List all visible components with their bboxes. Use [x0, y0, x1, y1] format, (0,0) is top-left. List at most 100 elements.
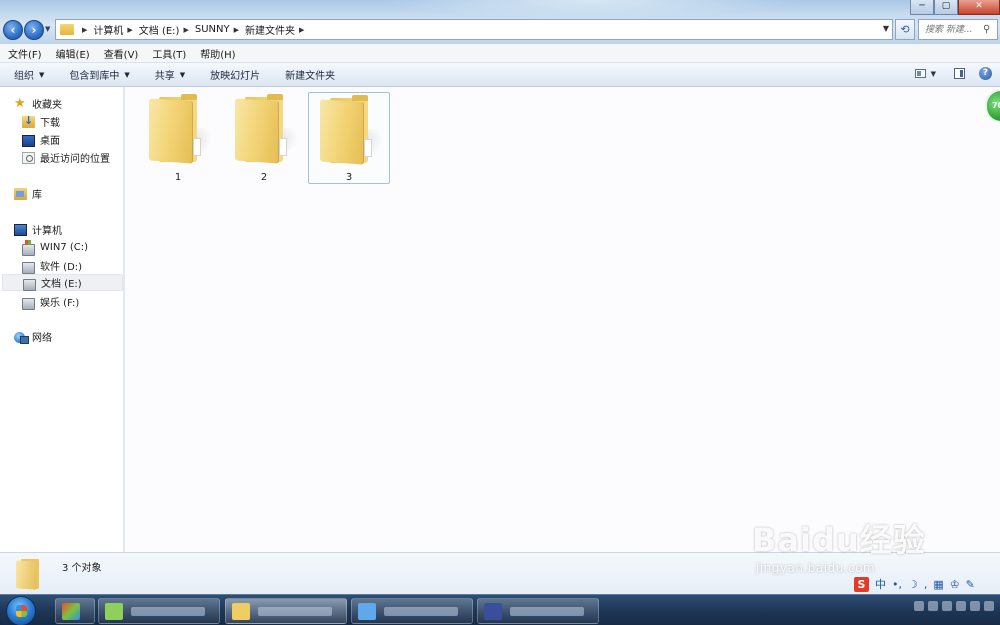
ime-logo-icon[interactable]: S: [854, 576, 869, 592]
close-button[interactable]: ✕: [958, 0, 1000, 15]
folder-name: 2: [260, 172, 268, 183]
help-icon[interactable]: ?: [979, 67, 992, 80]
menu-edit[interactable]: 编辑(E): [48, 46, 96, 61]
tray-icon[interactable]: [970, 601, 980, 611]
view-options-dropdown-icon[interactable]: ▼: [931, 70, 936, 78]
menu-file[interactable]: 文件(F): [0, 46, 48, 61]
chevron-right-icon[interactable]: ▶: [234, 26, 239, 34]
taskbar-pinned-app[interactable]: [55, 598, 95, 624]
view-controls: ▼ ?: [914, 67, 992, 80]
nav-drive-f[interactable]: 娱乐 (F:): [22, 293, 79, 310]
preview-pane-icon[interactable]: [954, 68, 965, 79]
menu-bar: 文件(F) 编辑(E) 查看(V) 工具(T) 帮助(H): [0, 44, 1000, 63]
moon-icon[interactable]: ☽: [908, 578, 918, 591]
desktop-icon: [22, 134, 35, 147]
include-in-library-button[interactable]: 包含到库中 ▼: [55, 67, 140, 83]
chevron-right-icon[interactable]: ▶: [183, 26, 188, 34]
taskbar-window-button[interactable]: [477, 598, 599, 624]
chevron-right-icon[interactable]: ▶: [127, 26, 132, 34]
taskbar-window-button-active[interactable]: [225, 598, 347, 624]
speed-gadget[interactable]: 70: [985, 89, 1000, 123]
folder-item-selected[interactable]: 3: [308, 92, 391, 184]
nav-drive-e[interactable]: 文档 (E:): [2, 274, 123, 291]
tray-icon[interactable]: [928, 601, 938, 611]
ime-toolbar: S 中 •, ☽ , ▦ ♔ ✎: [854, 575, 1000, 593]
downloads-icon: [22, 114, 35, 128]
crumb-sunny[interactable]: SUNNY ▶: [195, 24, 245, 35]
title-bar: ‹ › ▼ ▶ 计算机 ▶ 文档 (E:) ▶ SUNNY ▶ 新建文件夹 ▶ ▼ ⟲ …: [0, 0, 1000, 44]
nav-libraries[interactable]: 库: [14, 185, 42, 202]
folder-icon: [60, 24, 74, 35]
taskbar-window-button[interactable]: [98, 598, 220, 624]
search-icon[interactable]: ⚲: [983, 24, 990, 35]
nav-desktop[interactable]: 桌面: [22, 131, 60, 148]
folder-icon: [15, 559, 43, 590]
star-icon: ★: [14, 95, 26, 111]
forward-button[interactable]: ›: [24, 20, 44, 40]
menu-tools[interactable]: 工具(T): [144, 46, 192, 61]
nav-drive-d[interactable]: 软件 (D:): [22, 257, 82, 274]
app-icon: [358, 603, 376, 620]
change-view-icon[interactable]: [914, 69, 926, 78]
share-button[interactable]: 共享 ▼: [141, 67, 196, 83]
item-count: 3 个对象: [62, 563, 102, 574]
taskbar-window-button[interactable]: [351, 598, 473, 624]
chevron-right-icon[interactable]: ▶: [299, 26, 304, 34]
tray-icon[interactable]: [984, 601, 994, 611]
nav-downloads[interactable]: 下载: [22, 113, 60, 130]
app-icon: [484, 603, 502, 620]
comma-icon[interactable]: ,: [924, 578, 928, 591]
file-list[interactable]: 1 2 3 70: [125, 87, 1000, 552]
drive-icon: [23, 278, 36, 291]
ime-mode[interactable]: 中: [875, 576, 886, 592]
folder-item[interactable]: 1: [137, 92, 220, 184]
crumb-root[interactable]: ▶: [78, 26, 93, 34]
search-input[interactable]: [919, 20, 983, 39]
search-box[interactable]: ⚲: [918, 19, 998, 40]
folder-item[interactable]: 2: [223, 92, 306, 184]
nav-computer[interactable]: 计算机: [14, 221, 62, 238]
tray-icon[interactable]: [914, 601, 924, 611]
organize-button[interactable]: 组织 ▼: [0, 67, 55, 83]
caret-down-icon: ▼: [39, 70, 45, 79]
back-button[interactable]: ‹: [3, 20, 23, 40]
window-controls: ─ ▢ ✕: [910, 0, 1000, 15]
system-tray: [914, 601, 994, 611]
system-drive-icon: [22, 239, 35, 256]
keyboard-icon[interactable]: ▦: [933, 578, 943, 591]
refresh-button[interactable]: ⟲: [895, 19, 915, 40]
start-button[interactable]: [6, 596, 36, 625]
app-icon: [105, 603, 123, 620]
address-bar[interactable]: ▶ 计算机 ▶ 文档 (E:) ▶ SUNNY ▶ 新建文件夹 ▶ ▼: [55, 19, 893, 40]
folder-icon: [315, 95, 391, 165]
nav-favorites[interactable]: ★ 收藏夹: [14, 95, 62, 112]
menu-help[interactable]: 帮助(H): [192, 46, 241, 61]
wrench-icon[interactable]: ✎: [966, 578, 975, 591]
menu-view[interactable]: 查看(V): [96, 46, 145, 61]
new-folder-button[interactable]: 新建文件夹: [271, 67, 346, 82]
watermark: Baidu经验 jingyan.baidu.com: [752, 515, 942, 575]
watermark-brand: Baidu经验: [752, 521, 926, 559]
chevron-right-icon[interactable]: ▶: [82, 26, 87, 34]
address-dropdown-icon[interactable]: ▼: [883, 24, 889, 33]
command-bar: 组织 ▼ 包含到库中 ▼ 共享 ▼ 放映幻灯片 新建文件夹 ▼ ?: [0, 63, 1000, 87]
nav-drive-c[interactable]: WIN7 (C:): [22, 239, 88, 256]
nav-recent-places[interactable]: 最近访问的位置: [22, 149, 110, 166]
tray-icon[interactable]: [956, 601, 966, 611]
watermark-url: jingyan.baidu.com: [756, 561, 876, 575]
maximize-button[interactable]: ▢: [934, 0, 958, 15]
punctuation-icon[interactable]: •,: [892, 578, 902, 591]
network-icon: [14, 331, 29, 344]
tray-icon[interactable]: [942, 601, 952, 611]
crumb-computer[interactable]: 计算机 ▶: [93, 22, 138, 38]
recent-pages-dropdown[interactable]: ▼: [45, 25, 50, 33]
crumb-new-folder[interactable]: 新建文件夹 ▶: [245, 22, 310, 38]
folder-name: 3: [345, 172, 353, 183]
shirt-icon[interactable]: ♔: [950, 578, 960, 591]
slideshow-button[interactable]: 放映幻灯片: [196, 67, 271, 82]
navigation-pane: ★ 收藏夹 下载 桌面 最近访问的位置 库 计算机 WIN7 (C:) 软件 (…: [0, 87, 124, 552]
nav-network[interactable]: 网络: [14, 328, 52, 345]
minimize-button[interactable]: ─: [910, 0, 934, 15]
crumb-drive-e[interactable]: 文档 (E:) ▶: [139, 22, 195, 38]
taskbar: [0, 594, 1000, 625]
